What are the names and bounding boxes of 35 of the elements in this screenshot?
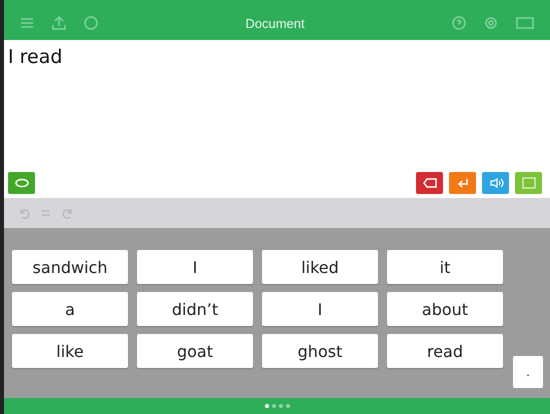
keyboard-icon[interactable] — [514, 15, 536, 31]
delete-icon — [422, 178, 436, 188]
help-icon[interactable] — [450, 15, 468, 31]
page-dot[interactable] — [272, 404, 276, 408]
word-key[interactable]: a — [12, 292, 128, 326]
word-key[interactable]: liked — [262, 250, 378, 284]
return-button[interactable] — [449, 172, 476, 194]
word-key[interactable]: read — [387, 334, 503, 368]
keyboard-button[interactable] — [515, 172, 542, 194]
delete-button[interactable] — [416, 172, 443, 194]
speak-button[interactable] — [482, 172, 509, 194]
share-icon[interactable] — [50, 15, 68, 31]
word-key[interactable]: like — [12, 334, 128, 368]
undo-icon[interactable] — [18, 207, 30, 219]
punctuation-key[interactable]: . — [513, 356, 543, 388]
word-key[interactable]: ghost — [262, 334, 378, 368]
word-key[interactable]: goat — [137, 334, 253, 368]
return-icon — [456, 178, 468, 188]
word-key[interactable]: about — [387, 292, 503, 326]
page-dot[interactable] — [286, 404, 290, 408]
document-text: I read — [8, 46, 64, 70]
eye-button[interactable] — [8, 172, 35, 194]
word-key[interactable]: it — [387, 250, 503, 284]
word-key[interactable]: sandwich — [12, 250, 128, 284]
word-key[interactable]: I — [262, 292, 378, 326]
page-dot[interactable] — [278, 404, 282, 408]
page-dot[interactable] — [264, 404, 268, 408]
window-title: Document — [244, 16, 306, 30]
keyboard-icon — [522, 177, 536, 189]
redo-icon[interactable] — [62, 207, 74, 219]
eye-icon — [14, 178, 28, 188]
word-key[interactable]: I — [137, 250, 253, 284]
word-key[interactable]: didn’t — [137, 292, 253, 326]
globe-icon[interactable] — [82, 15, 100, 31]
speaker-icon — [488, 178, 504, 188]
